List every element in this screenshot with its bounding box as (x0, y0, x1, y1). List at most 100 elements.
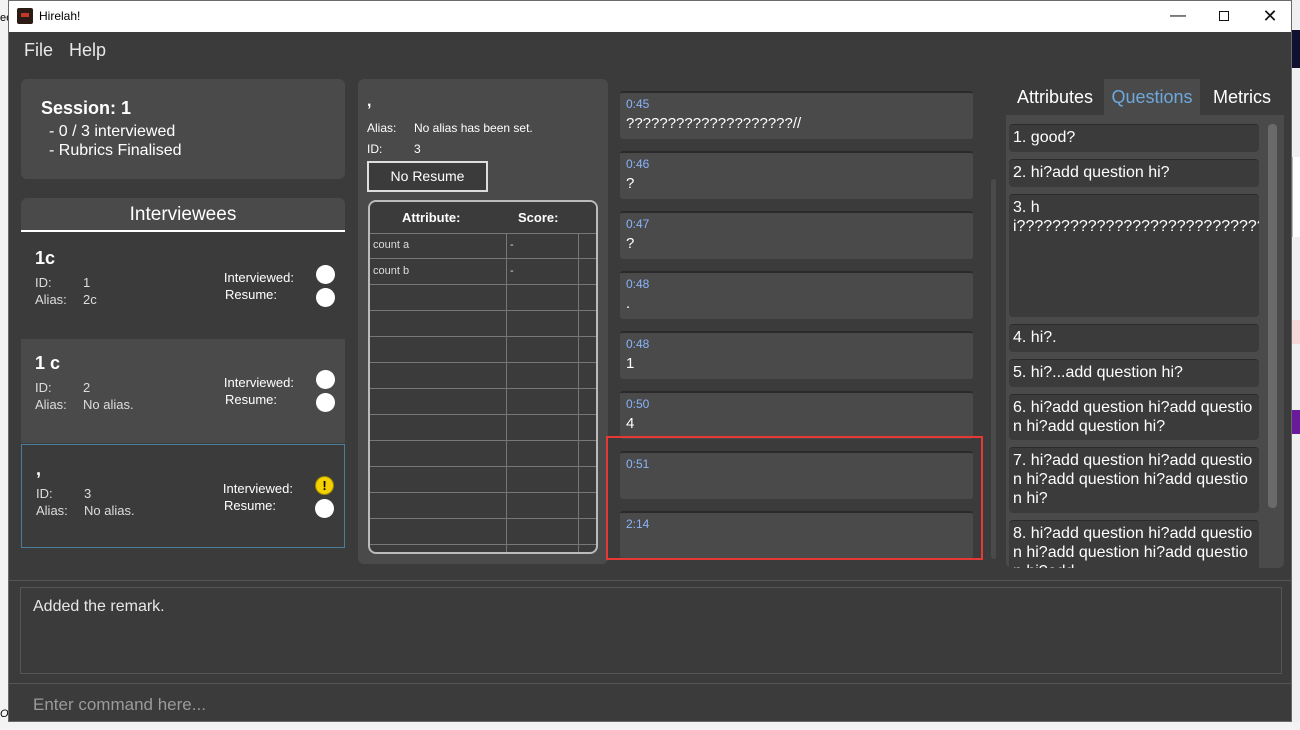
question-item[interactable]: 7. hi?add question hi?add question hi?ad… (1009, 447, 1259, 513)
questions-scrollbar[interactable] (1268, 124, 1277, 508)
remark-text: ? (626, 235, 635, 252)
score-cell: - (510, 265, 514, 277)
interviewee-id: 2 (83, 380, 91, 395)
remark-item[interactable]: 0:48. (620, 271, 973, 319)
interviewee-id-label: ID: (35, 380, 52, 395)
remark-item[interactable]: 0:48 1 (620, 331, 973, 379)
table-row: count a - (370, 233, 596, 259)
remark-time: 0:51 (626, 457, 650, 471)
remark-item[interactable]: 0:45 ????????????????????// (620, 91, 973, 139)
background-right-strip (1292, 0, 1300, 730)
interviewee-id-label: ID: (36, 486, 53, 501)
remark-item[interactable]: 2:14 (620, 511, 973, 559)
maximize-button[interactable] (1201, 1, 1247, 32)
details-alias-value: No alias has been set. (414, 121, 533, 135)
interviewee-item[interactable]: 1 c ID: 2 Alias: No alias. Interviewed: … (21, 339, 345, 443)
result-message: Added the remark. (33, 598, 165, 615)
app-logo-icon (17, 8, 33, 24)
menu-help[interactable]: Help (69, 40, 106, 61)
attribute-column-header: Attribute: (402, 210, 461, 225)
remark-time: 0:48 (626, 337, 650, 351)
resume-label: Resume: (223, 498, 276, 513)
remark-time: 0:45 (626, 97, 650, 111)
menu-bar: File Help (9, 32, 1291, 68)
command-box (9, 683, 1291, 721)
resume-status-indicator (316, 393, 335, 412)
interviewees-header-underline (21, 230, 345, 232)
details-alias-label: Alias: (367, 121, 397, 135)
table-row (370, 441, 596, 467)
window-title: Hirelah! (39, 9, 81, 23)
table-row: count b - (370, 259, 596, 285)
background-fragment (1292, 320, 1300, 344)
remark-item[interactable]: 0:51 (620, 451, 973, 499)
table-column-divider (578, 233, 579, 552)
session-interviewed-count: - 0 / 3 interviewed (49, 123, 176, 140)
menu-file[interactable]: File (24, 40, 53, 61)
minimize-icon: — (1170, 7, 1186, 24)
background-left-strip: ee Output: (0, 0, 36, 730)
remark-item[interactable]: 0:50 4 (620, 391, 973, 439)
remark-time: 0:47 (626, 217, 650, 231)
remarks-list[interactable]: 0:45 ????????????????????// 0:46? 0:47? 0… (616, 79, 996, 564)
question-item[interactable]: 4. hi?. (1009, 324, 1259, 352)
resume-status-indicator (315, 499, 334, 518)
interviewee-item-selected[interactable]: , ID: 3 Alias: No alias. Interviewed: Re… (21, 444, 345, 548)
interviewee-alias-label: Alias: (35, 292, 67, 307)
table-row (370, 493, 596, 519)
interviewee-id: 1 (83, 275, 91, 290)
remark-time: 0:48 (626, 277, 650, 291)
table-row (370, 337, 596, 363)
section-divider (9, 580, 1291, 581)
interviewee-alias: No alias. (83, 397, 134, 412)
question-item[interactable]: 2. hi?add question hi? (1009, 159, 1259, 187)
close-button[interactable]: ✕ (1247, 1, 1291, 32)
question-item[interactable]: 3. hi???????????????????????????????????… (1009, 194, 1259, 317)
tab-attributes[interactable]: Attributes (1006, 79, 1104, 115)
command-input[interactable] (31, 691, 1265, 719)
no-resume-button[interactable]: No Resume (367, 161, 488, 192)
details-name: , (367, 93, 372, 110)
interviewee-name: 1c (35, 248, 56, 268)
attribute-cell: count b (373, 265, 410, 277)
remark-text: ????????????????????// (626, 115, 802, 132)
result-display: Added the remark. (20, 587, 1282, 674)
interviewed-label: Interviewed: (223, 270, 294, 285)
remark-item[interactable]: 0:47? (620, 211, 973, 259)
interviewee-alias-label: Alias: (36, 503, 68, 518)
table-row (370, 519, 596, 545)
title-bar[interactable]: Hirelah! — ✕ (9, 1, 1291, 32)
background-fragment (1292, 157, 1300, 237)
resume-label: Resume: (224, 392, 277, 407)
interviewees-panel: Interviewees 1c ID: 1 Alias: 2c Intervie… (21, 198, 345, 568)
question-item[interactable]: 6. hi?add question hi?add question hi?ad… (1009, 394, 1259, 440)
interviewee-alias: 2c (83, 292, 97, 307)
tab-questions[interactable]: Questions (1104, 79, 1200, 115)
interviewee-name: 1 c (35, 353, 61, 373)
right-tab-panel: Attributes Questions Metrics 1. good? 2.… (1006, 79, 1284, 568)
background-fragment (1292, 30, 1300, 68)
resume-status-indicator (316, 288, 335, 307)
resume-label: Resume: (224, 287, 277, 302)
question-item[interactable]: 5. hi?...add question hi? (1009, 359, 1259, 387)
interviewee-details-panel: , Alias: No alias has been set. ID: 3 No… (358, 79, 608, 564)
warning-icon: ! (315, 476, 334, 495)
table-row (370, 285, 596, 311)
session-title: Session: 1 (41, 98, 132, 118)
minimize-button[interactable]: — (1155, 1, 1201, 32)
remark-item[interactable]: 0:46? (620, 151, 973, 199)
interviewed-label: Interviewed: (223, 375, 294, 390)
interviewee-item[interactable]: 1c ID: 1 Alias: 2c Interviewed: Resume: (21, 234, 345, 338)
question-item[interactable]: 1. good? (1009, 124, 1259, 152)
tab-metrics[interactable]: Metrics (1200, 79, 1284, 115)
interviewee-name: , (36, 459, 42, 479)
details-id-value: 3 (414, 142, 421, 156)
remark-text: 1 (626, 355, 635, 372)
interviewee-alias-label: Alias: (35, 397, 67, 412)
remark-time: 2:14 (626, 517, 650, 531)
interviewed-status-indicator (316, 370, 335, 389)
score-column-header: Score: (518, 210, 559, 225)
remarks-scrollbar[interactable] (991, 179, 996, 559)
question-item[interactable]: 8. hi?add question hi?add question hi?ad… (1009, 520, 1259, 568)
table-row (370, 389, 596, 415)
